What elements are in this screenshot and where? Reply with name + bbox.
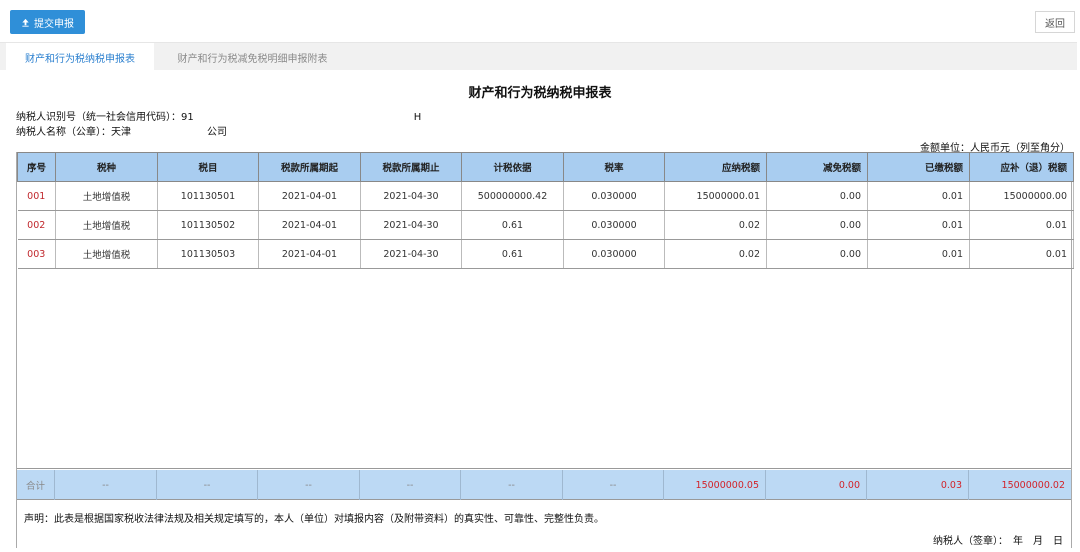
header-tax-item: 税目 [157, 152, 259, 182]
table-blank-area [17, 269, 1071, 469]
row-seq[interactable]: 002 [17, 210, 56, 240]
row-period-start: 2021-04-01 [258, 210, 361, 240]
table-row[interactable]: 003 土地增值税 101130503 2021-04-01 2021-04-3… [17, 239, 1074, 269]
row-tax-reduction: 0.00 [766, 181, 868, 211]
taxpayer-id-suffix: H [413, 112, 422, 123]
row-tax-reduction: 0.00 [766, 239, 868, 269]
row-period-start: 2021-04-01 [258, 181, 361, 211]
row-period-end: 2021-04-30 [360, 210, 462, 240]
row-tax-rate: 0.030000 [563, 239, 665, 269]
row-tax-payable: 0.02 [664, 210, 767, 240]
form-title: 财产和行为税纳税申报表 [468, 86, 612, 101]
table-row[interactable]: 001 土地增值税 101130501 2021-04-01 2021-04-3… [17, 181, 1074, 211]
row-tax-paid: 0.01 [867, 239, 970, 269]
upload-icon [22, 18, 29, 27]
taxpayer-id-label: 纳税人识别号（统一社会信用代码）：91 [16, 112, 194, 123]
submit-declaration-button[interactable]: 提交申报 [10, 10, 85, 34]
row-period-end: 2021-04-30 [360, 181, 462, 211]
row-tax-type: 土地增值税 [55, 181, 158, 211]
total-cell: -- [55, 470, 157, 500]
toolbar: 提交申报 返回 [0, 0, 1080, 42]
row-tax-item: 101130501 [157, 181, 259, 211]
total-row: 合计 -- -- -- -- -- -- 15000000.05 0.00 0.… [17, 470, 1071, 500]
row-tax-payable: 15000000.01 [664, 181, 767, 211]
row-seq[interactable]: 001 [17, 181, 56, 211]
back-button[interactable]: 返回 [1035, 11, 1075, 33]
total-cell: -- [258, 470, 360, 500]
form-tabs: 财产和行为税纳税申报表 财产和行为税减免税明细申报附表 [0, 42, 1077, 71]
row-tax-paid: 0.01 [867, 181, 970, 211]
row-tax-reduction: 0.00 [766, 210, 868, 240]
row-tax-basis: 500000000.42 [461, 181, 564, 211]
header-tax-type: 税种 [55, 152, 158, 182]
taxpayer-id-line: 纳税人识别号（统一社会信用代码）：91 H [16, 108, 421, 123]
header-period-start: 税款所属期起 [258, 152, 361, 182]
row-tax-type: 土地增值税 [55, 239, 158, 269]
declaration-table: 序号 税种 税目 税款所属期起 税款所属期止 计税依据 税率 应纳税额 减免税额… [17, 152, 1074, 269]
total-cell: -- [360, 470, 461, 500]
taxpayer-name-label: 纳税人名称（公章）：天津 [16, 127, 131, 138]
header-tax-rate: 税率 [563, 152, 665, 182]
header-tax-due-refund: 应补（退）税额 [969, 152, 1074, 182]
total-tax-payable: 15000000.05 [664, 470, 766, 500]
header-tax-payable: 应纳税额 [664, 152, 767, 182]
header-seq: 序号 [17, 152, 56, 182]
row-tax-item: 101130502 [157, 210, 259, 240]
total-tax-paid: 0.03 [867, 470, 969, 500]
row-tax-rate: 0.030000 [563, 210, 665, 240]
total-cell: -- [157, 470, 258, 500]
tab-reduction-schedule[interactable]: 财产和行为税减免税明细申报附表 [160, 43, 345, 71]
signature-line: 纳税人（签章）： 年 月 日 [933, 536, 1063, 547]
tab-main-declaration[interactable]: 财产和行为税纳税申报表 [6, 43, 154, 71]
total-cell: -- [563, 470, 664, 500]
row-seq[interactable]: 003 [17, 239, 56, 269]
declaration-statement: 声明：此表是根据国家税收法律法规及相关规定填写的，本人（单位）对填报内容（及附带… [24, 514, 604, 525]
declaration-grid: 序号 税种 税目 税款所属期起 税款所属期止 计税依据 税率 应纳税额 减免税额… [16, 152, 1074, 548]
header-tax-paid: 已缴税额 [867, 152, 970, 182]
table-header-row: 序号 税种 税目 税款所属期起 税款所属期止 计税依据 税率 应纳税额 减免税额… [17, 152, 1074, 182]
taxpayer-name-line: 纳税人名称（公章）：天津 公司 [16, 123, 227, 138]
row-period-start: 2021-04-01 [258, 239, 361, 269]
total-tax-reduction: 0.00 [766, 470, 867, 500]
submit-declaration-label: 提交申报 [34, 18, 74, 30]
header-tax-reduction: 减免税额 [766, 152, 868, 182]
row-tax-paid: 0.01 [867, 210, 970, 240]
row-tax-due-refund: 0.01 [969, 239, 1074, 269]
row-tax-basis: 0.61 [461, 239, 564, 269]
row-tax-type: 土地增值税 [55, 210, 158, 240]
row-tax-due-refund: 0.01 [969, 210, 1074, 240]
header-period-end: 税款所属期止 [360, 152, 462, 182]
total-label: 合计 [17, 470, 55, 500]
row-tax-rate: 0.030000 [563, 181, 665, 211]
total-tax-due-refund: 15000000.02 [1001, 479, 1065, 491]
table-row[interactable]: 002 土地增值税 101130502 2021-04-01 2021-04-3… [17, 210, 1074, 240]
row-tax-basis: 0.61 [461, 210, 564, 240]
total-cell: -- [461, 470, 563, 500]
row-tax-item: 101130503 [157, 239, 259, 269]
row-tax-due-refund: 15000000.00 [969, 181, 1074, 211]
header-tax-basis: 计税依据 [461, 152, 564, 182]
taxpayer-name-suffix: 公司 [207, 127, 227, 138]
row-tax-payable: 0.02 [664, 239, 767, 269]
row-period-end: 2021-04-30 [360, 239, 462, 269]
